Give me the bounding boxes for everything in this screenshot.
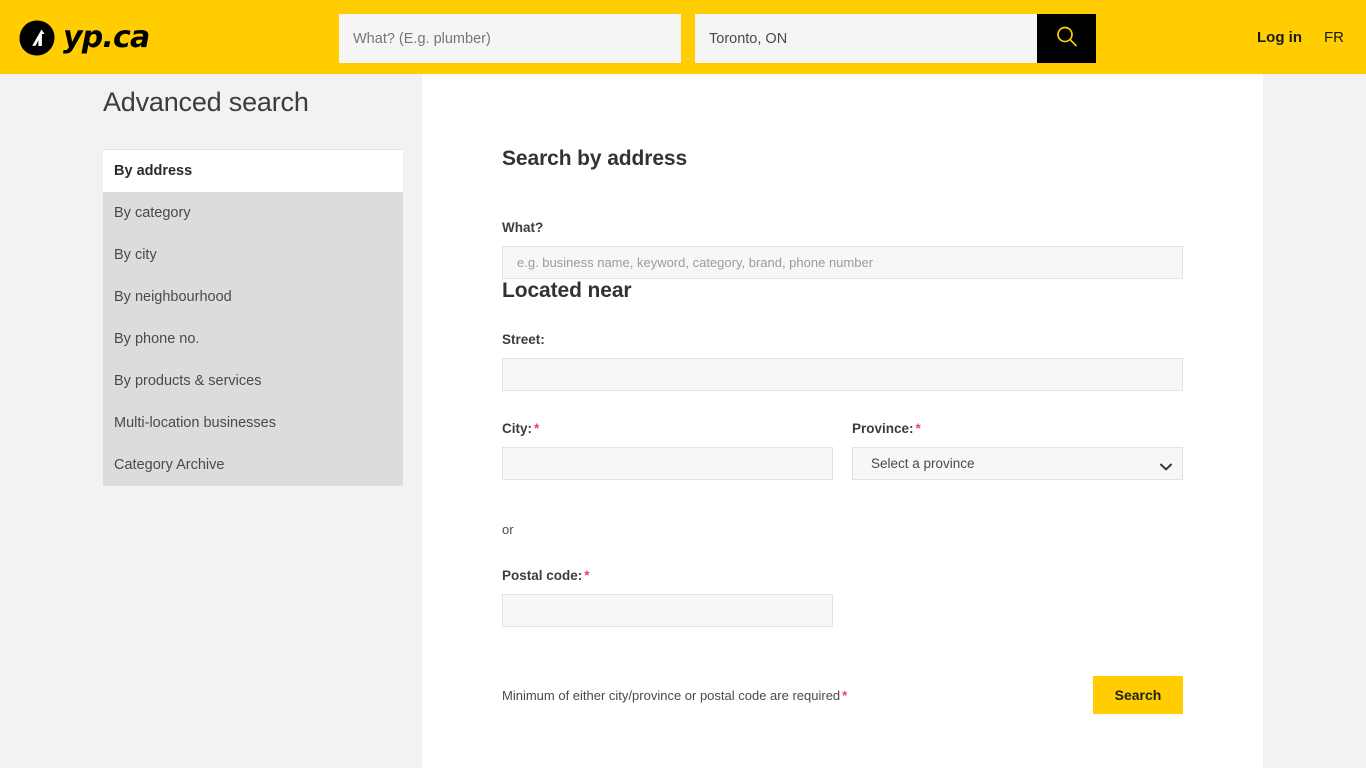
street-input[interactable]: [502, 358, 1183, 391]
sidebar-nav-list: By address By category By city By neighb…: [103, 149, 403, 487]
sidebar-item-label: Category Archive: [114, 457, 225, 474]
postal-code-field-label: Postal code: *: [502, 568, 590, 583]
province-select-wrap: Select a province: [852, 447, 1183, 480]
sidebar-item-label: By city: [114, 247, 157, 264]
sidebar-item-label: By neighbourhood: [114, 289, 232, 306]
sidebar-item-label: By phone no.: [114, 331, 200, 348]
province-required-asterisk: *: [915, 421, 921, 436]
sidebar-item-label: By category: [114, 205, 191, 222]
site-logo[interactable]: yp.ca: [18, 18, 150, 58]
sidebar-item-multi-location-businesses[interactable]: Multi-location businesses: [103, 402, 403, 445]
search-submit-button[interactable]: Search: [1093, 676, 1183, 714]
province-select[interactable]: Select a province: [852, 447, 1183, 480]
what-field-group: What?: [502, 219, 1184, 279]
sidebar-item-label: By address: [114, 163, 193, 180]
header-right-links: Log in FR: [1257, 0, 1344, 74]
city-required-asterisk: *: [534, 421, 540, 436]
sidebar-item-by-address[interactable]: By address: [103, 150, 403, 193]
province-label-text: Province:: [852, 421, 914, 436]
or-separator-text: or: [502, 522, 514, 537]
city-input[interactable]: [502, 447, 833, 480]
sidebar-item-by-city[interactable]: By city: [103, 234, 403, 277]
sidebar: Advanced search By address By category B…: [103, 74, 403, 487]
located-near-heading: Located near: [502, 279, 632, 302]
sidebar-item-by-products-services[interactable]: By products & services: [103, 360, 403, 403]
requirement-note-text: Minimum of either city/province or posta…: [502, 687, 841, 703]
page-title: Advanced search: [103, 87, 309, 117]
postal-code-field-group: Postal code: *: [502, 567, 1184, 627]
header-where-input[interactable]: [695, 14, 1037, 63]
page-body: Advanced search By address By category B…: [0, 74, 1366, 768]
what-field-label: What?: [502, 220, 544, 235]
sidebar-item-label: By products & services: [114, 373, 262, 390]
city-field-label: City: *: [502, 421, 539, 436]
sidebar-item-category-archive[interactable]: Category Archive: [103, 444, 403, 487]
city-province-row: City: * Province: * Select a province: [502, 420, 1183, 480]
yp-arrow-logo-icon: [18, 19, 56, 57]
logo-wordmark: yp.ca: [63, 20, 150, 55]
street-field-group: Street:: [502, 331, 1184, 391]
sidebar-item-by-neighbourhood[interactable]: By neighbourhood: [103, 276, 403, 319]
what-input[interactable]: [502, 246, 1183, 279]
postal-code-required-asterisk: *: [584, 568, 590, 583]
postal-code-label-text: Postal code:: [502, 568, 583, 583]
street-field-label: Street:: [502, 332, 545, 347]
requirement-note: Minimum of either city/province or posta…: [502, 688, 847, 703]
province-field-group: Province: * Select a province: [852, 420, 1183, 480]
postal-code-input[interactable]: [502, 594, 833, 627]
requirement-note-asterisk: *: [842, 687, 848, 703]
form-footer-row: Minimum of either city/province or posta…: [502, 676, 1183, 714]
login-link[interactable]: Log in: [1257, 29, 1302, 46]
city-label-text: City:: [502, 421, 532, 436]
search-by-address-heading: Search by address: [502, 147, 688, 170]
province-field-label: Province: *: [852, 421, 921, 436]
header-search-group: [339, 14, 1096, 63]
language-toggle-link[interactable]: FR: [1324, 29, 1344, 46]
header-search-button[interactable]: [1037, 14, 1096, 63]
main-content-panel: Search by address What? Located near Str…: [422, 74, 1263, 768]
site-header: yp.ca Log in FR: [0, 0, 1366, 74]
magnifier-icon: [1054, 24, 1080, 53]
header-what-input[interactable]: [339, 14, 681, 63]
sidebar-item-by-phone-no[interactable]: By phone no.: [103, 318, 403, 361]
sidebar-item-by-category[interactable]: By category: [103, 192, 403, 235]
city-field-group: City: *: [502, 420, 833, 480]
sidebar-item-label: Multi-location businesses: [114, 415, 276, 432]
